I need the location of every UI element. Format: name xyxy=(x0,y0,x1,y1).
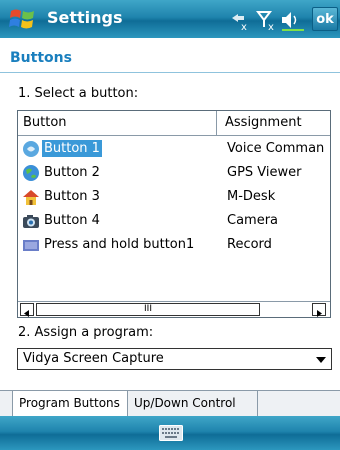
record-icon xyxy=(23,240,39,251)
program-dropdown-value: Vidya Screen Capture xyxy=(23,351,164,366)
list-row-button-2[interactable]: Button 2 GPS Viewer xyxy=(18,161,330,185)
bottom-bar xyxy=(0,416,340,450)
status-icons[interactable]: x x xyxy=(228,8,308,32)
row-button-name: Button 3 xyxy=(44,189,100,204)
list-header: Button Assignment xyxy=(18,111,330,136)
row-button-name: Press and hold button1 xyxy=(44,237,195,252)
tab-up-down-control[interactable]: Up/Down Control xyxy=(128,391,258,416)
column-header-button[interactable]: Button xyxy=(18,111,217,135)
select-button-label: 1. Select a button: xyxy=(18,86,139,101)
button-list[interactable]: Button Assignment Button 1 Voice Comman … xyxy=(17,110,331,318)
row-assignment: Camera xyxy=(227,213,279,228)
assign-program-label: 2. Assign a program: xyxy=(18,325,154,340)
voice-command-icon xyxy=(23,141,39,157)
scroll-left-button[interactable] xyxy=(20,303,34,317)
list-row-press-hold[interactable]: Press and hold button1 Record xyxy=(18,233,330,257)
row-button-name: Button 1 xyxy=(42,140,102,157)
list-row-button-3[interactable]: Button 3 M-Desk xyxy=(18,185,330,209)
window-title: Settings xyxy=(47,8,123,27)
arrow-right-icon xyxy=(317,310,322,317)
row-assignment: M-Desk xyxy=(227,189,276,204)
row-assignment: Voice Comman xyxy=(227,141,325,156)
camera-icon xyxy=(23,215,39,228)
keyboard-icon[interactable] xyxy=(159,425,183,441)
column-header-assignment[interactable]: Assignment xyxy=(217,111,330,135)
row-assignment: Record xyxy=(227,237,272,252)
program-dropdown[interactable]: Vidya Screen Capture xyxy=(17,348,332,370)
tab-program-buttons[interactable]: Program Buttons xyxy=(12,391,128,416)
home-icon xyxy=(23,190,39,205)
scroll-right-button[interactable] xyxy=(312,303,326,317)
row-button-name: Button 4 xyxy=(44,213,100,228)
signal-icon: x xyxy=(256,11,274,32)
ok-button[interactable]: ok xyxy=(312,7,338,31)
svg-text:x: x xyxy=(241,22,247,32)
title-bar: Settings x x ok xyxy=(0,0,340,38)
volume-icon xyxy=(282,12,304,31)
horizontal-scrollbar[interactable]: III xyxy=(18,301,330,317)
list-row-button-1[interactable]: Button 1 Voice Comman xyxy=(18,137,330,161)
row-button-name: Button 2 xyxy=(44,165,100,180)
chevron-down-icon[interactable] xyxy=(316,357,326,363)
svg-text:x: x xyxy=(268,22,274,32)
row-assignment: GPS Viewer xyxy=(227,165,302,180)
windows-start-icon[interactable] xyxy=(8,5,38,33)
connectivity-icon: x xyxy=(232,14,247,32)
tab-bar: Program Buttons Up/Down Control xyxy=(0,390,340,417)
gps-globe-icon xyxy=(23,165,39,181)
page-heading: Buttons xyxy=(10,50,72,66)
list-row-button-4[interactable]: Button 4 Camera xyxy=(18,209,330,233)
arrow-left-icon xyxy=(24,310,29,317)
heading-divider xyxy=(0,72,340,73)
scroll-thumb[interactable]: III xyxy=(36,303,260,316)
